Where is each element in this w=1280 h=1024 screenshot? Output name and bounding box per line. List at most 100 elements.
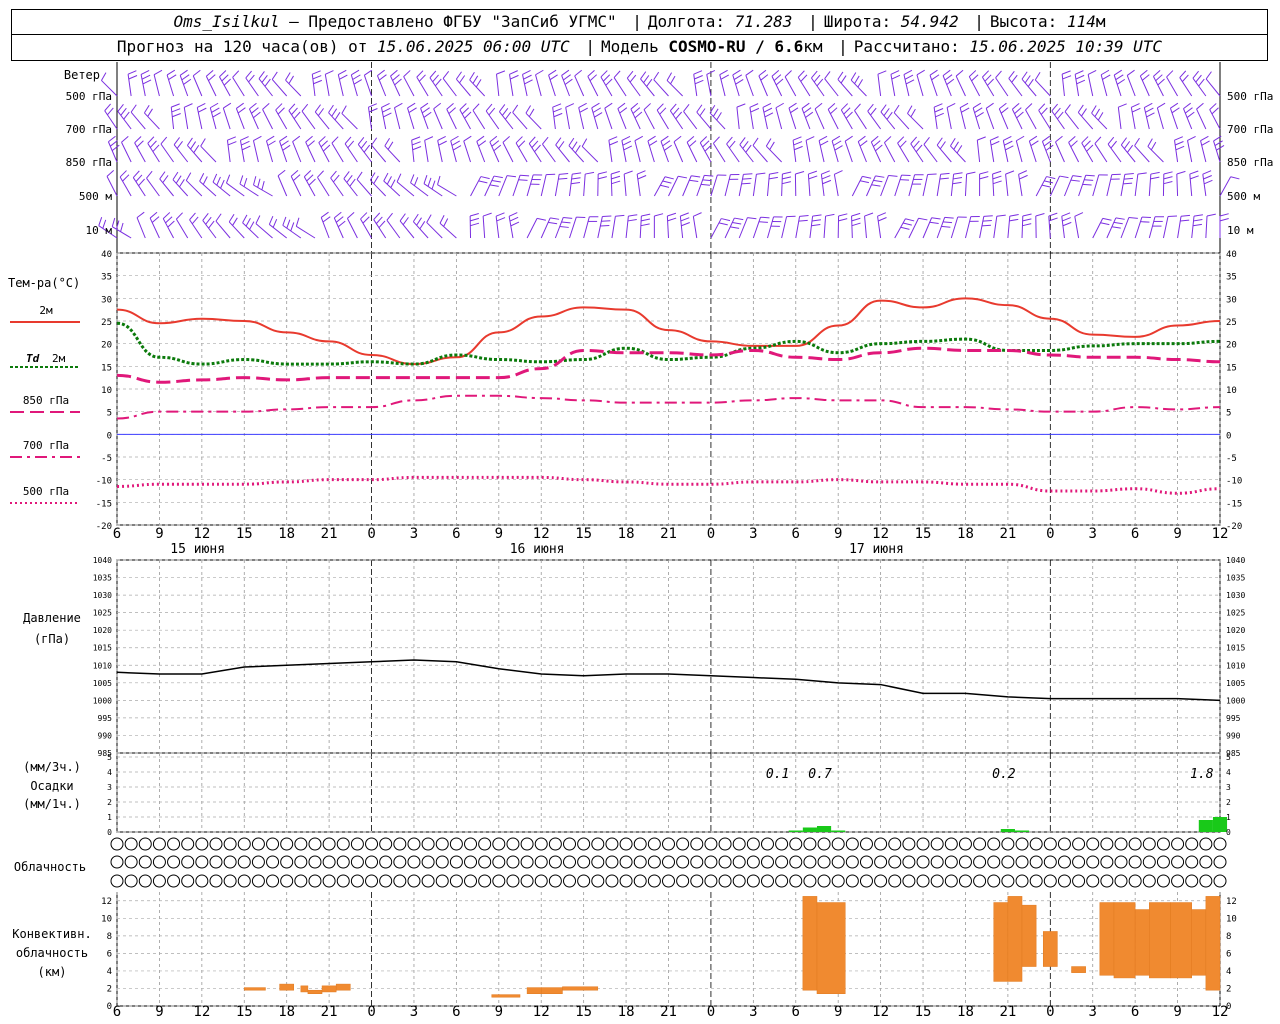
wind-barb-flag [769, 172, 779, 175]
wind-barb-flag [603, 74, 611, 82]
cloud-symbol [845, 855, 859, 869]
wind-barb-flag [528, 136, 536, 144]
wind-barb [1191, 214, 1203, 239]
cloud-circle [1072, 855, 1086, 869]
wind-barb-shaft [636, 174, 641, 197]
cloud-symbol [704, 874, 718, 888]
cloud-circle [944, 874, 958, 888]
cloud-symbol [492, 855, 506, 869]
wind-barb-flag [1111, 226, 1121, 229]
wind-barb-flag [1042, 135, 1050, 142]
cloud-symbol [322, 837, 336, 851]
wind-barb-shaft [215, 220, 231, 239]
cloud-symbol [789, 855, 803, 869]
wind-barb-flag [782, 176, 792, 180]
convective-bar [1042, 931, 1058, 967]
wind-barb-flag [1219, 218, 1229, 222]
wind-barb-flag [591, 102, 600, 109]
cloud-circle [563, 874, 577, 888]
cloud-circle [379, 855, 393, 869]
wind-barb-shaft [752, 145, 768, 163]
wind-barb-flag [808, 175, 818, 180]
wind-barb-shaft [1156, 107, 1164, 130]
wind-barb [288, 103, 302, 130]
wind-barb-shaft [424, 140, 429, 163]
cloud-circle [704, 855, 718, 869]
wind-barb-flag [699, 136, 708, 144]
wind-barb-flag [1022, 213, 1032, 217]
wind-barb-flag [1077, 104, 1084, 113]
cloud-symbol [874, 855, 888, 869]
wind-barb-flag [120, 222, 124, 232]
wind-barb-shaft [1051, 110, 1065, 130]
wind-barb [1134, 216, 1151, 239]
wind-barb-flag [185, 172, 192, 181]
precip-unit-1h: (мм/1ч.) [23, 797, 81, 811]
wind-barb-flag [862, 175, 872, 179]
wind-barb [219, 70, 231, 97]
wind-barb-flag [1157, 78, 1165, 86]
wind-barb-flag [931, 217, 941, 220]
convective-bar [540, 987, 563, 994]
cloud-circle [958, 855, 972, 869]
conv-ytick-left: 12 [101, 897, 112, 907]
cloud-circle [407, 855, 421, 869]
cloud-symbol [605, 874, 619, 888]
wind-barb-shaft [989, 140, 995, 163]
cloud-symbol [435, 855, 449, 869]
cloud-symbol [449, 837, 463, 851]
cloud-circle [1114, 837, 1128, 851]
wind-barb-shaft [583, 216, 590, 239]
wind-barb-shaft [569, 174, 573, 197]
cloud-circle [1086, 855, 1100, 869]
cloud-symbol [973, 855, 987, 869]
wind-barb [189, 212, 203, 239]
wind-barb-flag [268, 215, 274, 225]
cloud-symbol [280, 855, 294, 869]
cloud-circle [803, 837, 817, 851]
cloud-circle [223, 837, 237, 851]
wind-barb-flag [643, 75, 650, 83]
cloud-circle [944, 855, 958, 869]
cloud-symbol [393, 874, 407, 888]
wind-barb-flag [813, 74, 821, 83]
cloud-symbol [138, 874, 152, 888]
x-tick-label: 6 [1131, 526, 1139, 542]
wind-barb [850, 72, 867, 97]
cloud-symbol [647, 855, 661, 869]
wind-barb-flag [953, 141, 959, 150]
wind-barb [1120, 137, 1136, 163]
wind-barb-shaft [1077, 112, 1094, 130]
wind-level-label-left: 10 м [86, 224, 113, 237]
wind-barb-flag [691, 175, 701, 178]
wind-barb-shaft [950, 216, 959, 239]
wind-barb-flag [123, 111, 130, 120]
wind-barb-flag [515, 136, 523, 144]
wind-barb-shaft [509, 74, 514, 97]
pres-ytick-left: 1035 [93, 574, 112, 583]
wind-barb [623, 170, 633, 197]
cloud-symbol [407, 837, 421, 851]
wind-barb-flag [940, 172, 950, 175]
cloud-symbol [732, 855, 746, 869]
wind-barb-flag [923, 137, 930, 145]
cloud-circle [1015, 855, 1029, 869]
wind-barb-flag [1116, 78, 1126, 85]
wind-barb-flag [411, 141, 421, 146]
wind-barb-flag [660, 184, 670, 188]
pres-ytick-left: 1040 [93, 556, 112, 565]
wind-barb-flag [1140, 69, 1148, 77]
wind-barb [936, 137, 952, 163]
wind-barb-flag [933, 103, 943, 108]
wind-barb-flag [873, 179, 883, 183]
wind-barb-shaft [710, 174, 718, 197]
wind-barb [959, 102, 970, 130]
wind-barb-flag [1102, 217, 1112, 221]
wind-barb-flag [587, 70, 595, 77]
wind-barb-shaft [153, 74, 160, 97]
cloud-circle [817, 855, 831, 869]
wind-barb [837, 213, 848, 239]
wind-barb [496, 70, 506, 97]
wind-barb-flag [136, 140, 144, 148]
cloud-circle [251, 855, 265, 869]
